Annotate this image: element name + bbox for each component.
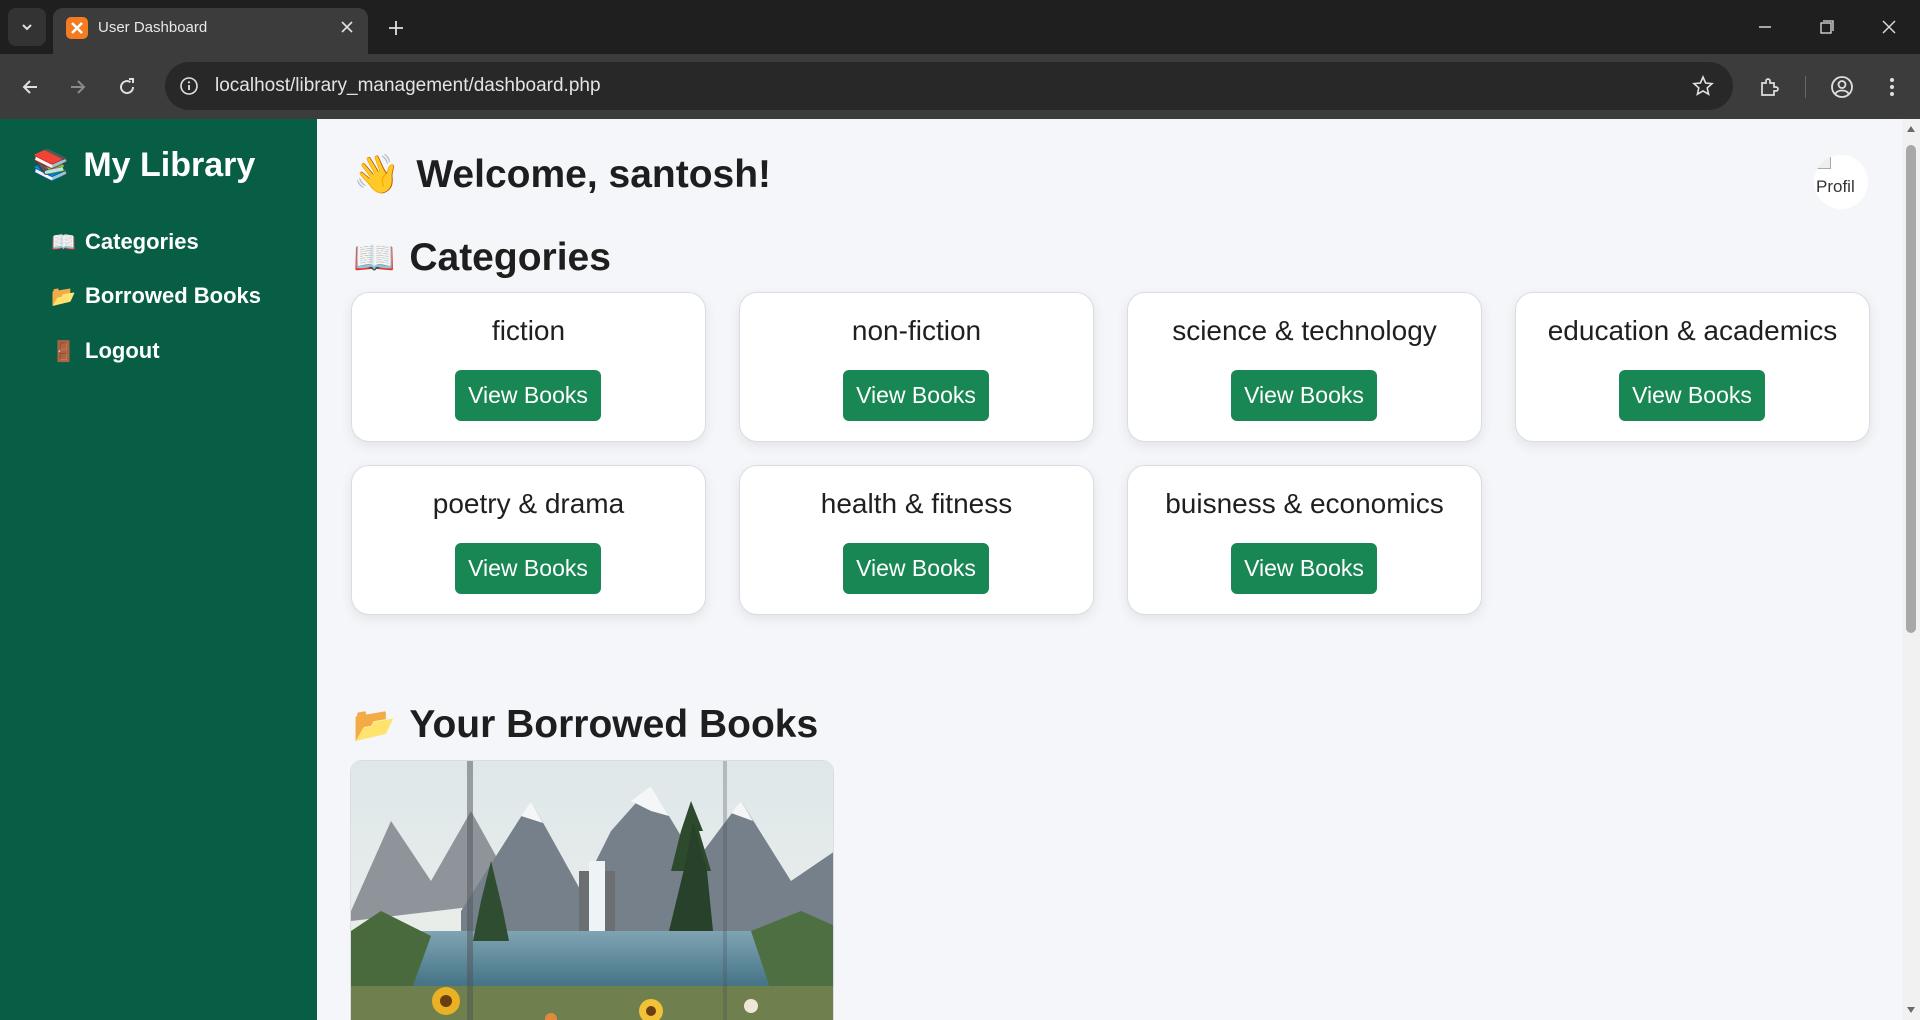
view-books-button[interactable]: View Books [1619, 370, 1765, 421]
category-name: buisness & economics [1165, 488, 1444, 519]
category-name: health & fitness [820, 488, 1013, 519]
forward-button[interactable] [61, 70, 95, 104]
page-viewport: 📚 My Library 📖 Categories 📂 Borrowed Boo… [0, 119, 1920, 1020]
star-icon [1692, 75, 1714, 96]
window-close-button[interactable] [1869, 8, 1909, 46]
category-card: health & fitness View Books [739, 465, 1094, 615]
minimize-button[interactable] [1745, 8, 1785, 46]
brand: 📚 My Library [32, 146, 255, 185]
view-books-button[interactable]: View Books [455, 370, 601, 421]
minimize-icon [1759, 26, 1771, 28]
books-icon: 📚 [32, 148, 70, 182]
sidebar-item-label: Categories [85, 229, 199, 254]
sidebar-item-categories[interactable]: 📖 Categories [51, 229, 199, 255]
brand-title: My Library [83, 146, 256, 184]
category-name: education & academics [1547, 315, 1838, 346]
xampp-favicon-icon [66, 17, 88, 39]
main-content: 👋 Welcome, santosh! Profil 📖 Categories … [317, 119, 1902, 1020]
browser-toolbar: localhost/library_management/dashboard.p… [0, 54, 1920, 119]
door-icon: 🚪 [51, 340, 76, 363]
new-tab-button[interactable] [380, 12, 412, 44]
restore-button[interactable] [1807, 8, 1847, 46]
reload-icon [120, 78, 135, 95]
page-scrollbar[interactable] [1902, 119, 1920, 1020]
section-title: Categories [409, 236, 611, 279]
back-button[interactable] [13, 70, 47, 104]
tab-close-button[interactable] [336, 16, 358, 38]
welcome-header: 👋 Welcome, santosh! [353, 153, 771, 197]
tab-list-button[interactable] [8, 8, 46, 46]
welcome-title: Welcome, santosh! [416, 153, 772, 196]
browser-tab[interactable]: User Dashboard [53, 8, 368, 54]
category-card: buisness & economics View Books [1127, 465, 1482, 615]
view-books-button[interactable]: View Books [455, 543, 601, 594]
plus-icon [389, 21, 403, 35]
category-name: non-fiction [851, 315, 982, 346]
waving-hand-icon: 👋 [353, 154, 401, 196]
info-icon[interactable] [177, 74, 201, 98]
profile-avatar[interactable]: Profil [1814, 155, 1868, 209]
sidebar-item-logout[interactable]: 🚪 Logout [51, 338, 160, 364]
borrowed-books-heading: 📂 Your Borrowed Books [353, 703, 818, 747]
browser-tab-bar: User Dashboard [0, 0, 1920, 54]
extensions-button[interactable] [1752, 70, 1786, 104]
profile-icon [1831, 76, 1853, 98]
menu-icon [1890, 78, 1894, 96]
open-book-icon: 📖 [353, 239, 396, 277]
borrowed-book-card[interactable] [350, 760, 834, 1020]
category-name: fiction [491, 315, 566, 346]
chevron-down-icon [22, 24, 32, 31]
view-books-button[interactable]: View Books [1231, 543, 1377, 594]
sidebar-item-label: Logout [85, 338, 160, 363]
sidebar-item-borrowed-books[interactable]: 📂 Borrowed Books [51, 283, 261, 309]
category-card: fiction View Books [351, 292, 706, 442]
category-card: poetry & drama View Books [351, 465, 706, 615]
scroll-down-icon[interactable] [1905, 1004, 1917, 1016]
category-card: education & academics View Books [1515, 292, 1870, 442]
book-cover-image [351, 761, 833, 1020]
profile-alt-text: Profil [1816, 177, 1855, 196]
forward-icon [71, 80, 86, 94]
scroll-up-icon[interactable] [1905, 123, 1917, 135]
toolbar-separator [1805, 76, 1806, 98]
restore-icon [1820, 20, 1834, 34]
back-icon [22, 80, 37, 94]
sidebar-item-label: Borrowed Books [85, 283, 262, 308]
open-book-icon: 📖 [51, 231, 76, 254]
category-name: poetry & drama [432, 488, 625, 519]
category-name: science & technology [1172, 315, 1437, 346]
category-card: non-fiction View Books [739, 292, 1094, 442]
category-card: science & technology View Books [1127, 292, 1482, 442]
address-bar[interactable]: localhost/library_management/dashboard.p… [165, 62, 1733, 110]
close-icon [341, 21, 353, 33]
window-close-icon [1882, 20, 1896, 34]
broken-image-icon [1817, 155, 1831, 169]
tab-title: User Dashboard [98, 19, 208, 36]
view-books-button[interactable]: View Books [843, 543, 989, 594]
browser-menu-button[interactable] [1875, 70, 1909, 104]
extensions-icon [1761, 78, 1779, 96]
view-books-button[interactable]: View Books [1231, 370, 1377, 421]
reload-button[interactable] [110, 70, 144, 104]
categories-heading: 📖 Categories [353, 236, 611, 280]
sidebar: 📚 My Library 📖 Categories 📂 Borrowed Boo… [0, 119, 317, 1020]
folder-icon: 📂 [353, 706, 396, 744]
section-title: Your Borrowed Books [409, 703, 819, 746]
view-books-button[interactable]: View Books [843, 370, 989, 421]
url-text: localhost/library_management/dashboard.p… [215, 75, 601, 96]
folder-icon: 📂 [51, 285, 76, 308]
profile-button[interactable] [1825, 70, 1859, 104]
bookmark-star-button[interactable] [1691, 74, 1715, 98]
scrollbar-thumb[interactable] [1906, 145, 1916, 633]
